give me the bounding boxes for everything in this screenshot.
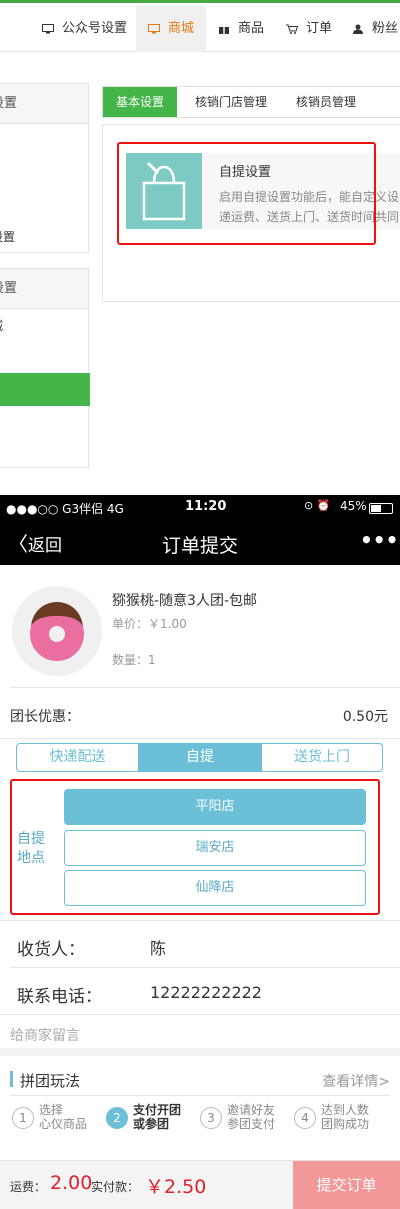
section-gap [0, 1048, 400, 1056]
discount-value: 0.50元 [342, 709, 388, 725]
status-bar: ●●●○○ G3伴侣 4G 11:20 ⊙ ⏰ 45% [0, 495, 400, 521]
group-details-link[interactable]: 查看详情> [322, 1071, 390, 1091]
donut-icon [30, 602, 84, 661]
divider [0, 738, 400, 739]
receiver-value[interactable]: 陈 [150, 935, 166, 959]
nav-item-orders[interactable]: 订单 [286, 6, 332, 52]
alarm-icon: ⊙ ⏰ [304, 499, 331, 512]
message-input[interactable]: 给商家留言 [10, 1025, 80, 1045]
divider [10, 687, 400, 688]
monitor-icon [148, 23, 160, 33]
divider [0, 920, 400, 921]
panel-header: 设置 [0, 84, 88, 124]
discount-label: 团长优惠： [10, 709, 80, 725]
settings-tabs: 基本设置 核销门店管理 核销员管理 [102, 86, 400, 118]
tab-home-delivery[interactable]: 送货上门 [261, 743, 383, 772]
panel-link[interactable]: 设置 [0, 228, 15, 245]
left-settings-panel: 设置 设置 [0, 83, 89, 253]
product-name: 猕猴桃-随意3人团-包邮 [112, 593, 258, 609]
highlight-box [117, 142, 376, 245]
divider [10, 1095, 390, 1096]
battery-icon [369, 503, 393, 514]
phone-label: 联系电话： [17, 987, 102, 1007]
cart-icon [286, 24, 298, 34]
tab-store-management[interactable]: 核销门店管理 [181, 87, 281, 117]
tab-basic-settings[interactable]: 基本设置 [103, 87, 177, 117]
submit-order-button[interactable]: 提交订单 [293, 1161, 400, 1209]
panel-active-item[interactable] [0, 373, 90, 406]
user-icon [353, 24, 363, 34]
top-nav: 公众号设置 商城 商品 订单 粉丝 [0, 6, 400, 52]
fee-label: 运费： [10, 1180, 47, 1194]
highlight-box [10, 779, 380, 915]
divider [10, 967, 400, 968]
product-image [12, 586, 102, 676]
product-price: 单价：￥1.00 [112, 617, 187, 631]
nav-item-fans[interactable]: 粉丝 [352, 6, 398, 52]
panel-header: 设置 [0, 269, 88, 309]
page-title: 订单提交 [161, 535, 238, 557]
left-mall-panel: 设置 城 [0, 268, 90, 468]
fee-value: 2.00 [50, 1172, 93, 1194]
tab-express-delivery[interactable]: 快递配送 [16, 743, 139, 772]
clock: 11:20 [185, 499, 227, 514]
nav-item-account-settings[interactable]: 公众号设置 [42, 6, 127, 52]
carrier-label: ●●●○○ G3伴侣 4G [6, 502, 124, 516]
monitor-icon [42, 23, 54, 33]
tab-staff-management[interactable]: 核销员管理 [281, 87, 371, 117]
pay-value: ￥2.50 [145, 1176, 207, 1198]
footer-bar: 运费： 2.00 实付款： ￥2.50 提交订单 [0, 1160, 400, 1209]
group-title: 拼团玩法 [20, 1072, 81, 1090]
pay-label: 实付款： [91, 1180, 140, 1194]
nav-item-products[interactable]: 商品 [218, 6, 264, 52]
gift-icon [219, 26, 229, 34]
product-qty: 数量：1 [112, 653, 156, 667]
battery-percent: 45% [340, 499, 367, 513]
phone-screenshot: ●●●○○ G3伴侣 4G 11:20 ⊙ ⏰ 45% 〈返回 订单提交 •••… [0, 495, 400, 1209]
tab-self-pickup[interactable]: 自提 [139, 743, 261, 772]
section-marker [10, 1071, 13, 1087]
phone-value[interactable]: 12222222222 [150, 983, 262, 1002]
divider [0, 1014, 400, 1015]
panel-link[interactable]: 城 [0, 317, 3, 334]
admin-screenshot: 公众号设置 商城 商品 订单 粉丝 设置 设置 设置 城 基本设置 核销门店管理… [0, 0, 400, 495]
nav-item-mall[interactable]: 商城 [136, 6, 206, 52]
more-icon[interactable]: ••• [360, 528, 398, 552]
title-bar: 〈返回 订单提交 ••• [0, 521, 400, 565]
receiver-label: 收货人： [17, 940, 85, 960]
